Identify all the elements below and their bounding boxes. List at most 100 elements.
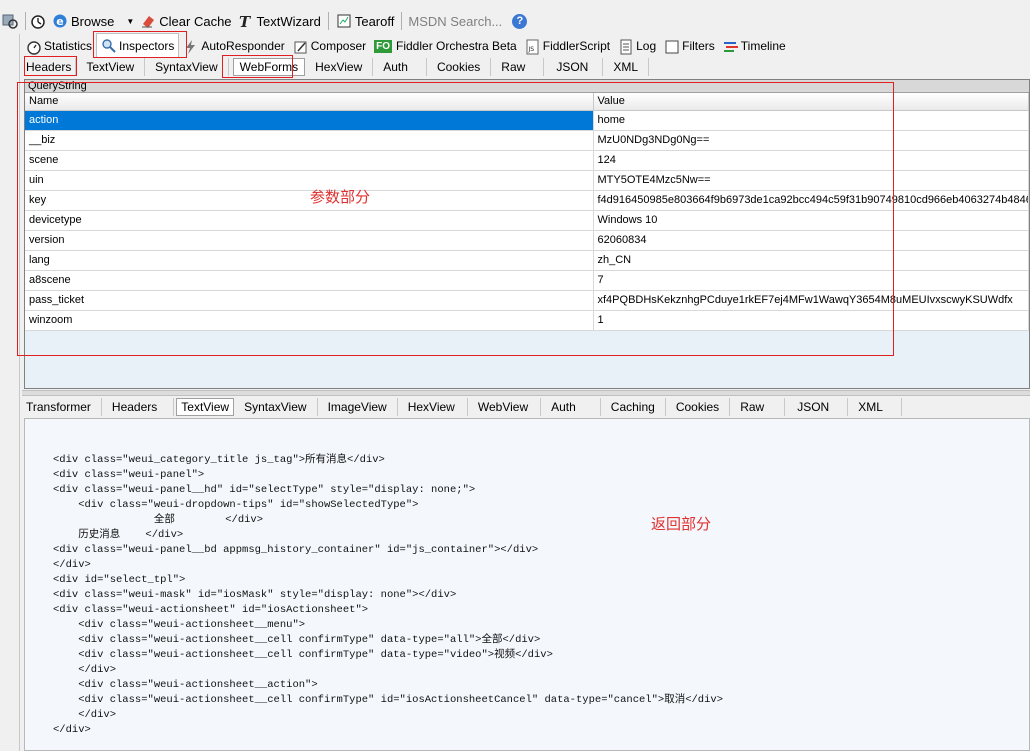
param-value: home (593, 110, 1029, 131)
tab-inspectors[interactable]: Inspectors (96, 33, 180, 57)
table-row[interactable]: pass_ticket xf4PQBDHsKekznhgPCduye1rkEF7e… (25, 290, 1029, 311)
code-line: </div> (53, 724, 91, 736)
param-value: MTY5OTE4Mzc5Nw== (593, 170, 1029, 191)
table-row[interactable]: lang zh_CN (25, 250, 1029, 271)
composer-icon (293, 39, 308, 54)
table-row[interactable]: a8scene 7 (25, 270, 1029, 291)
code-line: <div class="weui-dropdown-tips" id="show… (53, 499, 419, 511)
code-line: <div class="weui-actionsheet__cell confi… (53, 694, 724, 706)
param-name: key (25, 190, 594, 211)
resp-tab-syntaxview[interactable]: SyntaxView (234, 398, 318, 416)
tab-autoresponder-label: AutoResponder (201, 39, 285, 53)
script-icon: JS (525, 39, 540, 54)
code-line: <div class="weui-actionsheet__action"> (53, 679, 318, 691)
table-row[interactable]: __biz MzU0NDg3NDg0Ng== (25, 130, 1029, 151)
req-tab-json[interactable]: JSON (544, 58, 604, 76)
req-tab-xml[interactable]: XML (603, 58, 650, 76)
req-tab-headers[interactable]: Headers (22, 58, 77, 76)
tab-composer[interactable]: Composer (289, 35, 370, 57)
chevron-down-icon[interactable]: ▼ (126, 17, 134, 26)
tab-filters[interactable]: Filters (660, 35, 719, 57)
resp-tab-xml[interactable]: XML (848, 398, 902, 416)
tab-inspectors-label: Inspectors (119, 38, 175, 53)
tearoff-label: Tearoff (354, 13, 395, 29)
clear-cache-label: Clear Cache (159, 13, 232, 29)
req-tab-auth[interactable]: Auth (373, 58, 427, 76)
table-row[interactable]: devicetype Windows 10 (25, 210, 1029, 231)
tearoff-button[interactable]: Tearoff (333, 10, 398, 32)
tab-fiddler-orchestra[interactable]: FO Fiddler Orchestra Beta (370, 35, 521, 57)
resp-tab-raw[interactable]: Raw (730, 398, 786, 416)
filter-checkbox-icon (664, 39, 679, 54)
req-tab-raw[interactable]: Raw (491, 58, 545, 76)
stopwatch-icon (26, 39, 41, 55)
code-line: 历史消息 </div> (53, 529, 184, 541)
resp-tab-imageview[interactable]: ImageView (318, 398, 398, 416)
table-row[interactable]: winzoom 1 (25, 310, 1029, 331)
req-tab-syntaxview[interactable]: SyntaxView (145, 58, 229, 76)
code-line: <div class="weui-actionsheet" id="iosAct… (53, 604, 369, 616)
querystring-title: QueryString (25, 80, 1029, 93)
tab-statistics[interactable]: Statistics (22, 35, 96, 57)
resp-tab-cookies[interactable]: Cookies (666, 398, 731, 416)
timer-icon[interactable] (30, 13, 46, 29)
code-line: <div id="select_tpl"> (53, 574, 186, 586)
tab-log-label: Log (636, 39, 657, 53)
tab-timeline[interactable]: Timeline (719, 35, 790, 57)
param-value: f4d916450985e803664f9b6973de1ca92bcc494c… (593, 190, 1029, 211)
pane-splitter[interactable] (22, 390, 1030, 396)
capture-icon[interactable] (2, 13, 18, 29)
help-icon[interactable]: ? (512, 13, 528, 29)
response-annotation: 返回部分 (651, 515, 712, 533)
req-tab-webforms[interactable]: WebForms (232, 58, 306, 76)
param-name: __biz (25, 130, 594, 151)
param-name: action (25, 110, 594, 131)
code-line: <div class="weui-mask" id="iosMask" styl… (53, 589, 457, 601)
textwizard-icon: T (238, 13, 254, 29)
main-tab-bar: Statistics Inspectors AutoResponder Comp… (22, 33, 1030, 58)
textwizard-button[interactable]: T TextWizard (235, 10, 324, 32)
param-name: lang (25, 250, 594, 271)
tab-timeline-label: Timeline (740, 39, 786, 53)
code-line: <div class="weui-actionsheet__cell confi… (53, 634, 541, 646)
tab-fiddlerscript[interactable]: JS FiddlerScript (521, 35, 614, 57)
table-row[interactable]: version 62060834 (25, 230, 1029, 251)
param-value: xf4PQBDHsKekznhgPCduye1rkEF7ej4MFw1WawqY… (593, 290, 1029, 311)
resp-tab-json[interactable]: JSON (785, 398, 849, 416)
resp-tab-textview[interactable]: TextView (176, 398, 235, 416)
msdn-search-input[interactable]: MSDN Search... (406, 14, 506, 29)
table-row[interactable]: scene 124 (25, 150, 1029, 171)
tab-log[interactable]: Log (614, 35, 660, 57)
resp-tab-hexview[interactable]: HexView (398, 398, 468, 416)
sessions-pane-edge (0, 34, 20, 751)
table-row[interactable]: key f4d916450985e803664f9b6973de1ca92bcc4… (25, 190, 1029, 211)
resp-tab-webview[interactable]: WebView (468, 398, 542, 416)
req-tab-cookies[interactable]: Cookies (427, 58, 492, 76)
response-textview[interactable]: <div class="weui_category_title js_tag">… (24, 418, 1030, 751)
param-value: 1 (593, 310, 1029, 331)
req-tab-textview[interactable]: TextView (76, 58, 146, 76)
eraser-icon (140, 13, 156, 29)
column-header-name[interactable]: Name (25, 93, 594, 111)
param-value: 124 (593, 150, 1029, 171)
column-header-value[interactable]: Value (593, 93, 1029, 111)
resp-tab-auth[interactable]: Auth (541, 398, 601, 416)
tab-filters-label: Filters (682, 39, 715, 53)
table-row[interactable]: action home (25, 110, 1029, 131)
clear-cache-button[interactable]: Clear Cache (137, 10, 234, 32)
param-name: a8scene (25, 270, 594, 291)
browse-button[interactable]: e Browse ▼ (49, 10, 137, 32)
param-value: 62060834 (593, 230, 1029, 251)
table-row[interactable]: uin MTY5OTE4Mzc5Nw== (25, 170, 1029, 191)
param-name: version (25, 230, 594, 251)
code-line: <div class="weui-panel__hd" id="selectTy… (53, 484, 476, 496)
resp-tab-headers[interactable]: Headers (102, 398, 175, 416)
resp-tab-caching[interactable]: Caching (601, 398, 666, 416)
inspector-icon (101, 38, 116, 53)
params-annotation: 参数部分 (310, 188, 371, 206)
req-tab-hexview[interactable]: HexView (305, 58, 374, 76)
param-value: 7 (593, 270, 1029, 291)
resp-tab-transformer[interactable]: Transformer (22, 398, 102, 416)
request-tab-bar: Headers TextView SyntaxView WebForms Hex… (22, 57, 1030, 77)
tab-autoresponder[interactable]: AutoResponder (179, 35, 288, 57)
